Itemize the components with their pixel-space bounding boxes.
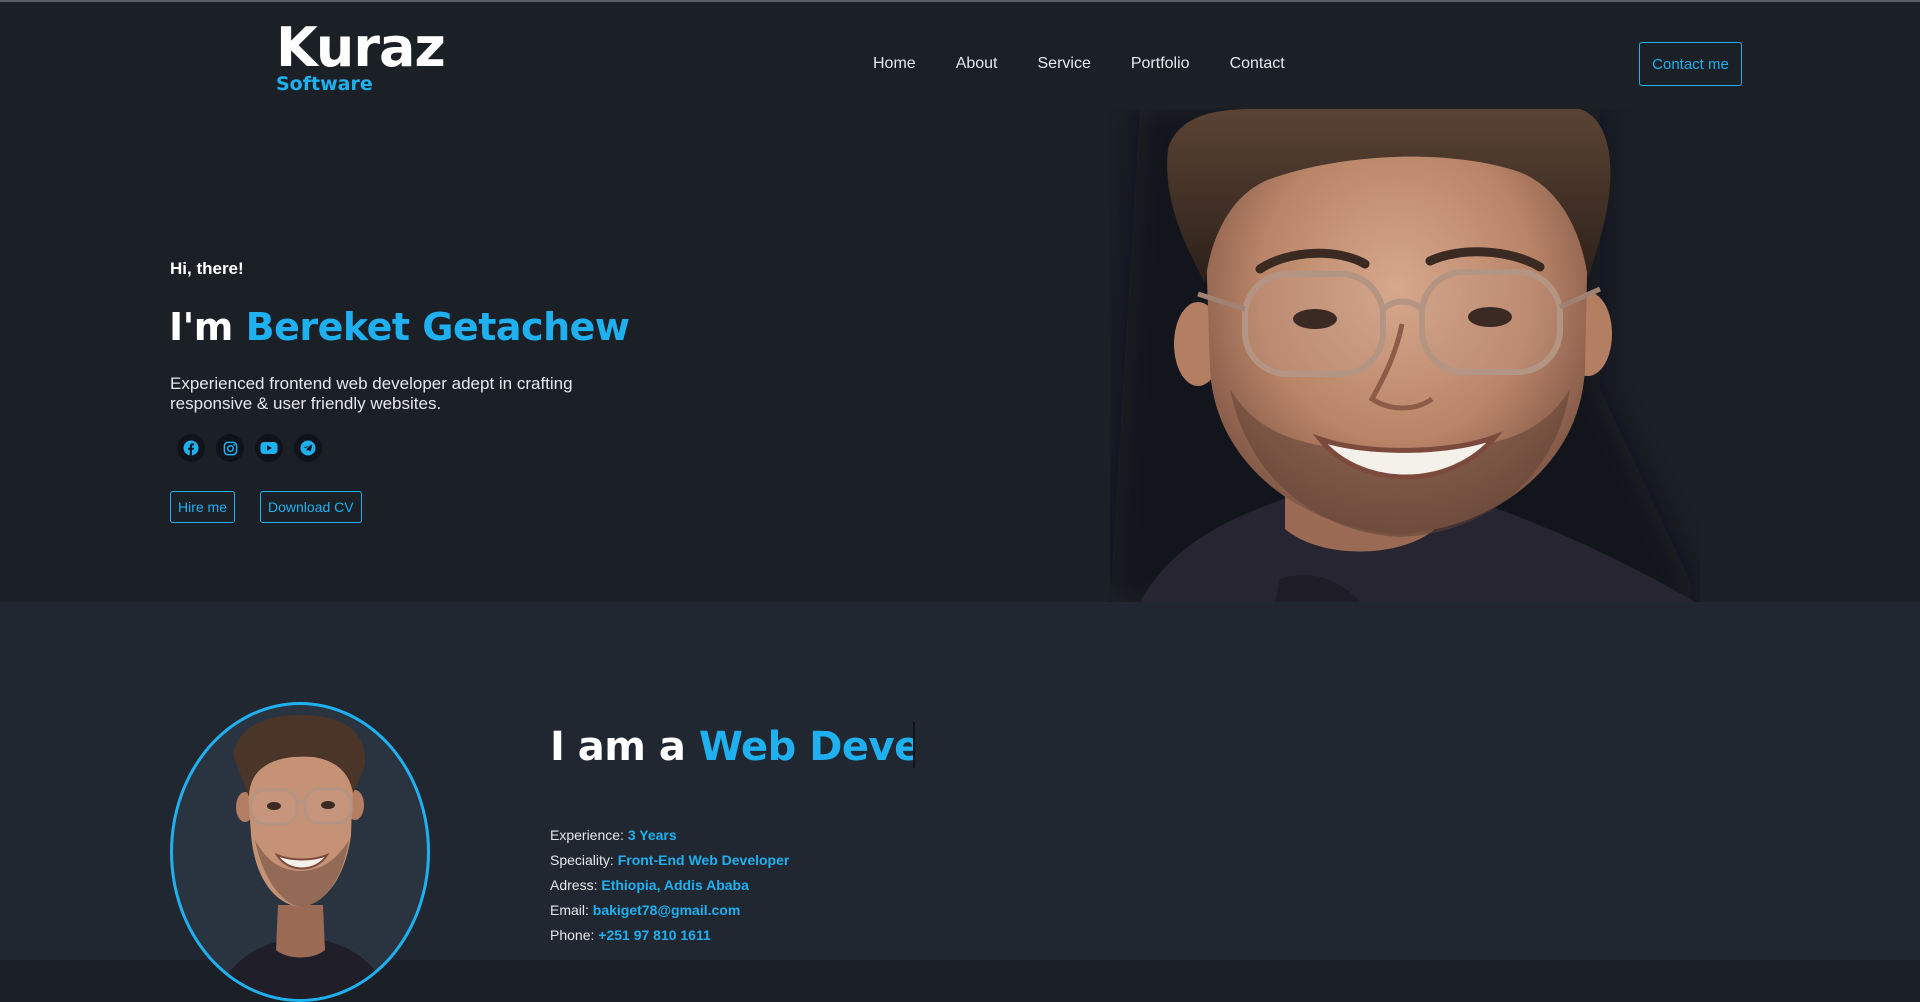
hero-portrait-image [1110, 109, 1700, 602]
about-title: I am a Web Develo [550, 722, 915, 770]
logo-name: Kuraz [276, 16, 446, 79]
hero-description: Experienced frontend web developer adept… [170, 374, 573, 413]
nav-about[interactable]: About [956, 54, 998, 74]
detail-speciality: Speciality: Front-End Web Developer [550, 848, 789, 873]
detail-value: Ethiopia, Addis Ababa [601, 877, 749, 893]
contact-me-button[interactable]: Contact me [1639, 42, 1742, 86]
nav-portfolio[interactable]: Portfolio [1131, 54, 1190, 74]
detail-experience: Experience: 3 Years [550, 823, 789, 848]
detail-value: 3 Years [627, 827, 677, 843]
nav-home[interactable]: Home [873, 54, 916, 74]
hero-name: Bereket Getachew [245, 305, 630, 349]
detail-label: Experience: [550, 827, 624, 843]
detail-value[interactable]: +251 97 810 1611 [598, 927, 711, 943]
typing-caret [912, 722, 915, 768]
telegram-icon[interactable] [294, 434, 322, 462]
detail-phone: Phone: +251 97 810 1611 [550, 923, 789, 948]
detail-email: Email: bakiget78@gmail.com [550, 898, 789, 923]
hero-greeting: Hi, there! [170, 259, 244, 278]
main-menu: Home About Service Portfolio Contact [873, 54, 1325, 74]
download-cv-button[interactable]: Download CV [260, 491, 362, 523]
youtube-icon[interactable] [255, 434, 283, 462]
hero-section: Hi, there! I'm Bereket Getachew Experien… [0, 109, 1920, 602]
hero-heading: I'm Bereket Getachew [169, 305, 630, 349]
about-title-prefix: I am a [550, 724, 686, 770]
navbar: Kuraz Software Home About Service Portfo… [0, 2, 1920, 109]
detail-label: Phone: [550, 927, 595, 943]
hire-me-button[interactable]: Hire me [170, 491, 236, 523]
profile-photo [170, 702, 430, 1002]
detail-label: Speciality: [550, 852, 614, 868]
social-links [177, 434, 322, 462]
hero-heading-prefix: I'm [169, 305, 233, 349]
detail-value[interactable]: bakiget78@gmail.com [593, 902, 740, 918]
detail-label: Email: [550, 902, 589, 918]
nav-service[interactable]: Service [1038, 54, 1091, 74]
about-details: Experience: 3 Years Speciality: Front-En… [550, 823, 789, 948]
detail-label: Adress: [550, 877, 598, 893]
about-title-typed: Web Develo [698, 724, 913, 770]
logo[interactable]: Kuraz Software [276, 16, 446, 95]
nav-contact[interactable]: Contact [1230, 54, 1285, 74]
facebook-icon[interactable] [177, 434, 205, 462]
detail-address: Adress: Ethiopia, Addis Ababa [550, 873, 789, 898]
about-section: I am a Web Develo Experience: 3 Years Sp… [0, 602, 1920, 1002]
profile-portrait-image [213, 715, 393, 999]
hero-actions: Hire me Download CV [170, 491, 362, 523]
instagram-icon[interactable] [216, 434, 244, 462]
detail-value: Front-End Web Developer [617, 852, 790, 868]
